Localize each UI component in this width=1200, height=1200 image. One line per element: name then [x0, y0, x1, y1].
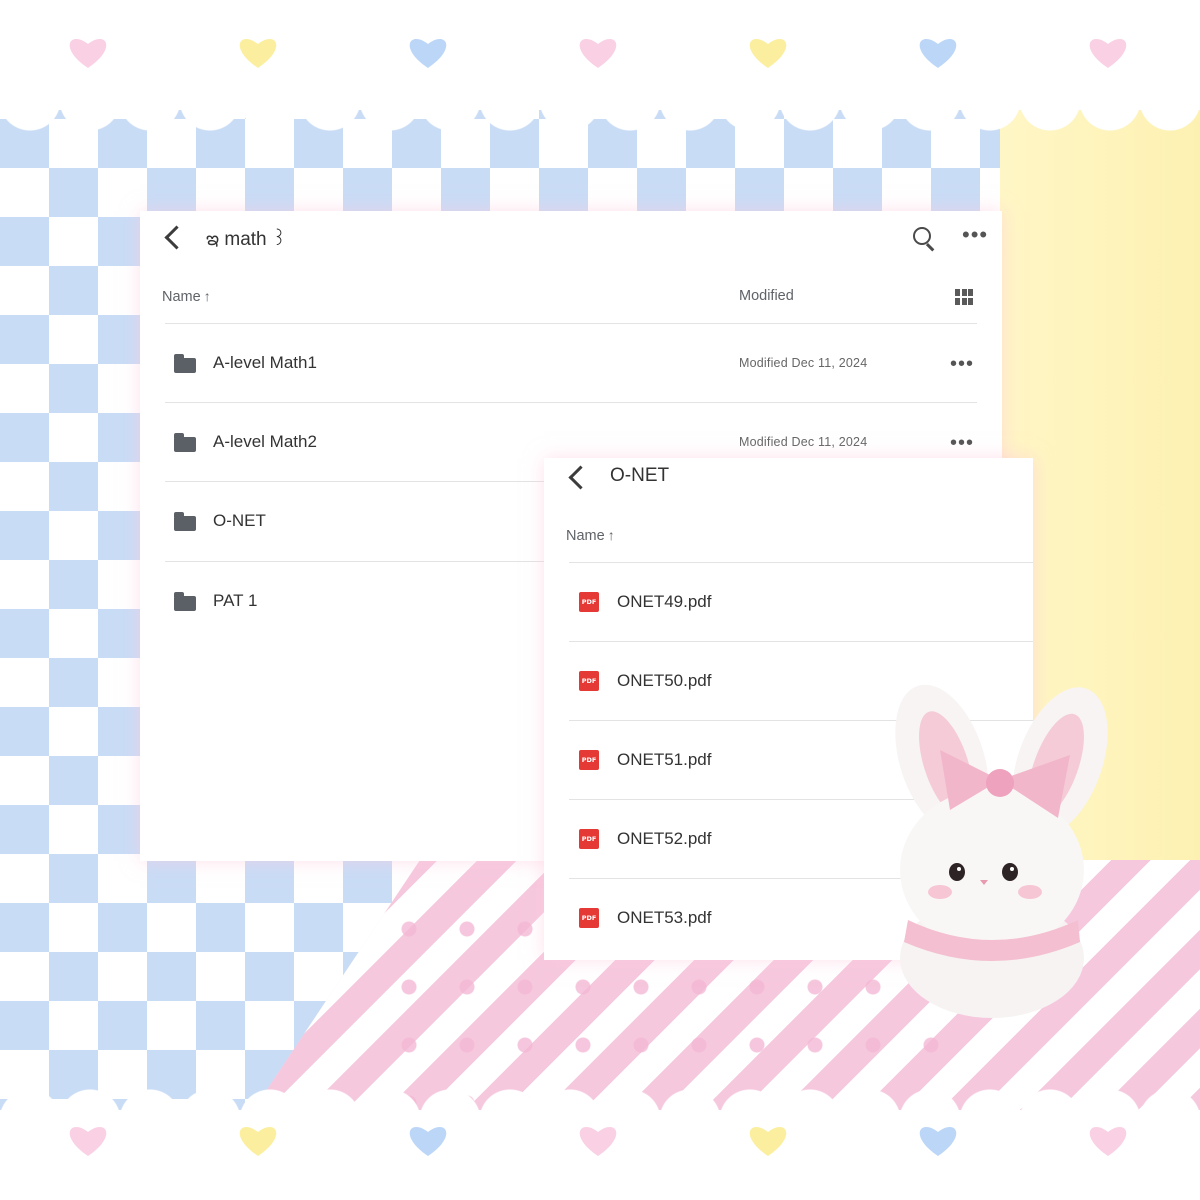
pdf-icon: PDF: [579, 671, 599, 691]
sort-ascending-icon: ↑: [607, 527, 615, 543]
sort-ascending-icon: ↑: [203, 288, 211, 304]
item-modified: Modified Dec 11, 2024: [739, 356, 868, 370]
more-options-icon[interactable]: •••: [962, 224, 988, 246]
pdf-icon: PDF: [579, 750, 599, 770]
name-column-header[interactable]: Name ↑: [162, 288, 211, 305]
item-name: ONET51.pdf: [617, 750, 712, 769]
onet-toolbar: O-NET: [544, 458, 1033, 510]
item-more-icon[interactable]: •••: [950, 433, 974, 453]
pdf-icon: PDF: [579, 592, 599, 612]
item-name: PAT 1: [213, 591, 258, 610]
item-name: ONET52.pdf: [617, 829, 712, 848]
pdf-icon: PDF: [579, 908, 599, 928]
item-name: O-NET: [213, 511, 266, 530]
item-name: A-level Math2: [213, 432, 317, 451]
grid-view-icon[interactable]: [955, 289, 973, 305]
top-scallop-border: [0, 0, 1200, 140]
item-modified: Modified Dec 11, 2024: [739, 435, 868, 449]
folder-title: ఇ math ꒱: [206, 229, 287, 250]
list-item[interactable]: PDF ONET49.pdf: [544, 563, 1033, 642]
item-name: ONET49.pdf: [617, 592, 712, 611]
bottom-scallop-border: [0, 1080, 1200, 1200]
bunny-sticker: [895, 684, 1108, 1018]
name-column-header[interactable]: Name ↑: [566, 527, 615, 544]
item-name: A-level Math1: [213, 353, 317, 372]
main-toolbar: ఇ math ꒱ •••: [140, 211, 1002, 263]
item-name: ONET50.pdf: [617, 671, 712, 690]
folder-icon: [174, 433, 196, 452]
name-column-label: Name: [566, 528, 605, 544]
back-arrow-icon[interactable]: [568, 465, 593, 490]
pdf-icon: PDF: [579, 829, 599, 849]
search-icon[interactable]: [913, 227, 931, 245]
folder-icon: [174, 592, 196, 611]
folder-icon: [174, 354, 196, 373]
folder-icon: [174, 512, 196, 531]
folder-title: O-NET: [610, 465, 670, 486]
item-more-icon[interactable]: •••: [950, 354, 974, 374]
modified-column-header[interactable]: Modified: [739, 288, 794, 304]
item-name: ONET53.pdf: [617, 908, 712, 927]
name-column-label: Name: [162, 289, 201, 305]
list-item[interactable]: A-level Math1 Modified Dec 11, 2024 •••: [140, 324, 1002, 403]
back-arrow-icon[interactable]: [164, 225, 189, 250]
